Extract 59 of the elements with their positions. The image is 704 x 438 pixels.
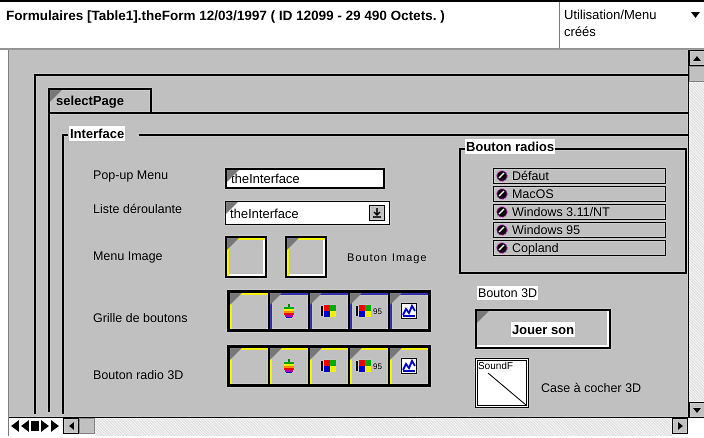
flag-icon (321, 304, 337, 318)
corner-mark-icon (230, 293, 242, 305)
chart-icon (401, 303, 417, 319)
radio-3d-button[interactable] (229, 347, 269, 385)
dropdown-list[interactable]: theInterface (225, 201, 390, 225)
flag-icon (356, 304, 372, 318)
image-button[interactable] (285, 236, 327, 278)
scroll-up-button[interactable] (689, 50, 704, 66)
radio-3d-button[interactable]: 95 (349, 347, 389, 385)
radio-button[interactable]: Défaut (493, 168, 666, 184)
corner-mark-icon (477, 311, 489, 323)
apple-icon (283, 359, 295, 373)
radio-button[interactable]: Copland (493, 240, 666, 256)
grid-button[interactable] (309, 292, 349, 330)
caret-icon (691, 12, 700, 18)
radio-button[interactable]: Windows 95 (493, 222, 666, 238)
right-arrow-icon (678, 422, 682, 430)
page-tab[interactable]: selectPage (48, 88, 152, 112)
radio-button[interactable]: Windows 3.11/NT (493, 204, 666, 220)
dropdown-arrow-icon (369, 205, 385, 221)
grid-button[interactable] (389, 292, 429, 330)
field-label: Bouton radio 3D (93, 368, 184, 382)
up-arrow-icon (693, 56, 701, 60)
group-label: Interface (69, 126, 126, 141)
chart-icon (401, 358, 417, 374)
scroll-left-button[interactable] (63, 418, 79, 434)
field-label: Bouton Image (347, 252, 428, 264)
field-label: Grille de boutons (93, 311, 188, 325)
image-menu[interactable] (225, 236, 267, 278)
corner-mark-icon (227, 238, 239, 250)
radio-3d-button[interactable] (309, 347, 349, 385)
popup-menu[interactable]: theInterface (225, 168, 385, 189)
corner-mark-icon (230, 348, 242, 360)
field-label: Menu Image (93, 249, 162, 263)
radio-button[interactable]: MacOS (493, 186, 666, 202)
menu-dropdown[interactable]: Utilisation/Menu créés (559, 2, 704, 48)
group-label: Bouton radios (465, 139, 556, 154)
field-label: Liste déroulante (93, 202, 182, 216)
down-arrow-icon (693, 408, 701, 412)
grid-button[interactable] (229, 292, 269, 330)
left-arrow-icon (68, 422, 74, 430)
apple-icon (283, 304, 295, 318)
play-sound-button[interactable]: Jouer son (475, 309, 611, 349)
corner-mark-icon (287, 238, 299, 250)
scroll-thumb[interactable] (79, 418, 95, 434)
picture-checkbox[interactable]: SoundF (475, 358, 529, 408)
scroll-right-button[interactable] (672, 418, 688, 434)
field-label: Bouton 3D (477, 286, 538, 300)
checkbox-label: Case à cocher 3D (541, 381, 642, 395)
grid-button[interactable]: 95 (349, 292, 389, 330)
field-label: Pop-up Menu (93, 168, 168, 182)
scroll-down-button[interactable] (689, 402, 704, 418)
scroll-thumb[interactable] (689, 66, 704, 82)
radio-3d-button[interactable] (269, 347, 309, 385)
flag-icon (356, 359, 372, 373)
grid-button[interactable] (269, 292, 309, 330)
window-title: Formulaires [Table1].theForm 12/03/1997 ( ID 12099 - 29 490 Octets. ) (5, 7, 446, 25)
radio-3d-button[interactable] (389, 347, 429, 385)
flag-icon (321, 359, 337, 373)
